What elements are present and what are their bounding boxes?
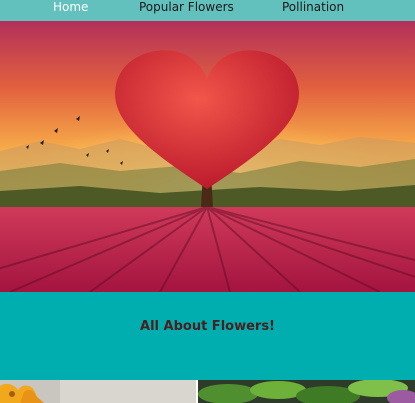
nav-item-pollination[interactable]: Pollination — [282, 0, 344, 14]
yellow-flowers-image — [0, 380, 196, 403]
heart-tree-illustration — [0, 21, 415, 292]
nav-item-popular-flowers[interactable]: Popular Flowers — [139, 0, 234, 14]
intro-section: All About Flowers! — [0, 292, 415, 380]
top-navigation: Home Popular Flowers Pollination — [0, 0, 415, 21]
gallery-image-yellow-flowers[interactable] — [0, 380, 196, 403]
image-gallery — [0, 380, 415, 403]
hero-image — [0, 21, 415, 292]
section-title: All About Flowers! — [140, 319, 275, 334]
green-leaves-image — [198, 380, 415, 403]
gallery-image-green-leaves[interactable] — [198, 380, 415, 403]
nav-item-home[interactable]: Home — [53, 0, 88, 14]
